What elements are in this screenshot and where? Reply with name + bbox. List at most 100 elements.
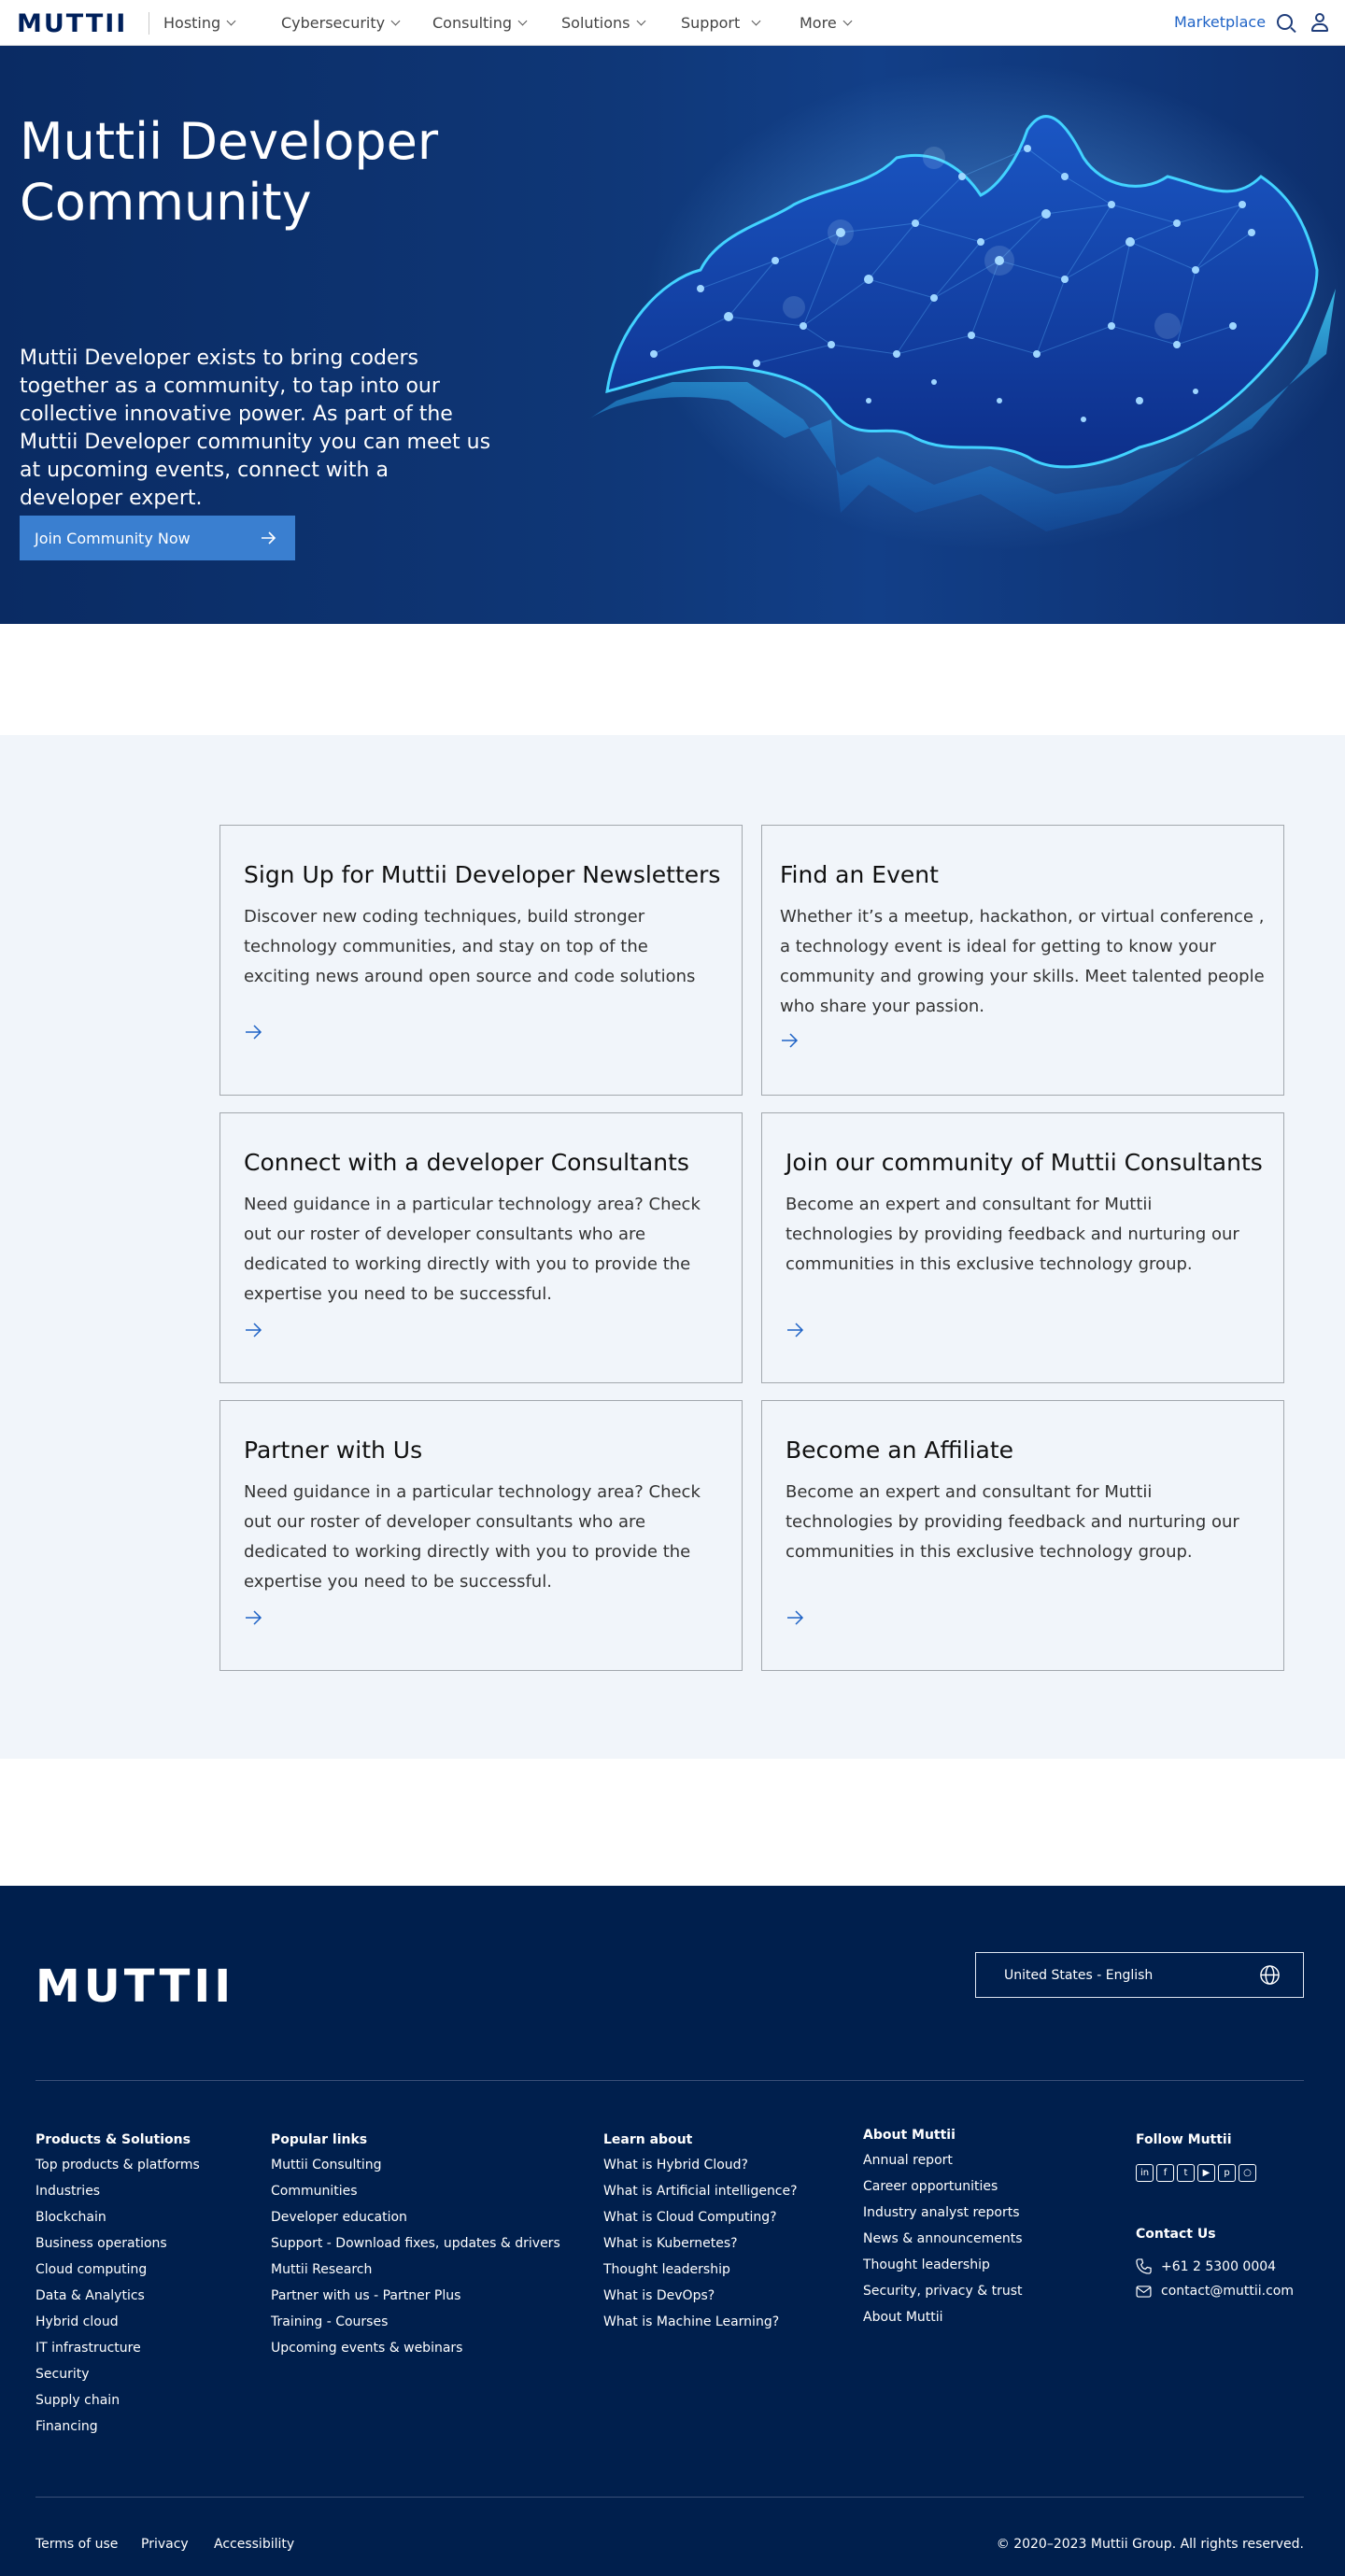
youtube-icon[interactable]: ▶ xyxy=(1197,2164,1215,2182)
footer-column-follow: Follow Muttii in f t ▶ p ○ Contact Us +6… xyxy=(1136,2132,1294,2308)
instagram-icon[interactable]: ○ xyxy=(1239,2164,1256,2182)
card-text: Need guidance in a particular technology… xyxy=(244,1482,701,1592)
footer-column-heading: Follow Muttii xyxy=(1136,2132,1232,2147)
footer-link[interactable]: News & announcements xyxy=(863,2230,1023,2247)
email-contact[interactable]: contact@muttii.com xyxy=(1136,2284,1294,2299)
card-text: Discover new coding techniques, build st… xyxy=(244,907,696,986)
arrow-right-icon[interactable] xyxy=(782,1033,799,1048)
chevron-down-icon xyxy=(636,16,645,26)
marketplace-link[interactable]: Marketplace xyxy=(1174,13,1266,31)
nav-item-support[interactable]: Support xyxy=(681,14,761,32)
footer-link[interactable]: What is Artificial intelligence? xyxy=(603,2183,798,2200)
footer-link[interactable]: Career opportunities xyxy=(863,2178,1023,2195)
footer-link[interactable]: Security xyxy=(35,2366,200,2383)
footer-link[interactable]: Supply chain xyxy=(35,2392,200,2409)
chevron-down-icon xyxy=(751,16,761,26)
nav-item-solutions[interactable]: Solutions xyxy=(561,14,645,32)
footer-link[interactable]: Security, privacy & trust xyxy=(863,2283,1023,2300)
footer-link[interactable]: Annual report xyxy=(863,2152,1023,2169)
nav-item-label: Solutions xyxy=(561,14,630,32)
footer-link[interactable]: Business operations xyxy=(35,2235,200,2252)
footer-link[interactable]: Hybrid cloud xyxy=(35,2314,200,2330)
nav-item-label: Cybersecurity xyxy=(281,14,386,32)
logo[interactable]: MUTTII xyxy=(17,9,127,38)
footer-link[interactable]: Muttii Research xyxy=(271,2261,560,2278)
nav-item-more[interactable]: More xyxy=(800,14,853,32)
join-community-button[interactable]: Join Community Now xyxy=(20,516,295,560)
card-title: Sign Up for Muttii Developer Newsletters xyxy=(244,861,721,888)
footer-link[interactable]: About Muttii xyxy=(863,2309,1023,2326)
nav-item-label: Hosting xyxy=(163,14,221,32)
footer-column-heading: Learn about xyxy=(603,2132,693,2147)
footer-column-popular: Popular links Muttii Consulting Communit… xyxy=(271,2132,560,2366)
footer-column-heading: Products & Solutions xyxy=(35,2132,191,2147)
mail-icon xyxy=(1136,2285,1152,2298)
twitter-icon[interactable]: t xyxy=(1177,2164,1195,2182)
footer-link[interactable]: What is DevOps? xyxy=(603,2287,798,2304)
footer-logo[interactable]: MUTTII xyxy=(35,1960,234,2013)
footer-link[interactable]: Support - Download fixes, updates & driv… xyxy=(271,2235,560,2252)
accessibility-link[interactable]: Accessibility xyxy=(214,2537,294,2552)
social-links: in f t ▶ p ○ xyxy=(1136,2164,1294,2182)
phone-contact[interactable]: +61 2 5300 0004 xyxy=(1136,2258,1294,2274)
card-partner[interactable]: Partner with Us Need guidance in a parti… xyxy=(219,1400,743,1671)
card-find-event[interactable]: Find an Event Whether it’s a meetup, hac… xyxy=(761,825,1284,1096)
facebook-icon[interactable]: f xyxy=(1156,2164,1174,2182)
user-icon[interactable] xyxy=(1310,13,1329,32)
footer-link[interactable]: Financing xyxy=(35,2418,200,2435)
linkedin-icon[interactable]: in xyxy=(1136,2164,1154,2182)
chevron-down-icon xyxy=(517,16,528,26)
footer-link[interactable]: Industries xyxy=(35,2183,200,2200)
pinterest-icon[interactable]: p xyxy=(1218,2164,1236,2182)
card-join-consultants[interactable]: Join our community of Muttii Consultants… xyxy=(761,1112,1284,1383)
footer-divider xyxy=(35,2080,1304,2081)
footer-link[interactable]: Top products & platforms xyxy=(35,2157,200,2173)
nav-item-label: Consulting xyxy=(432,14,513,32)
footer-column-learn: Learn about What is Hybrid Cloud? What i… xyxy=(603,2132,798,2340)
footer-link[interactable]: Thought leadership xyxy=(863,2257,1023,2273)
community-cards-section: Sign Up for Muttii Developer Newsletters… xyxy=(0,735,1345,1759)
chevron-down-icon xyxy=(390,16,401,26)
footer-link[interactable]: Muttii Consulting xyxy=(271,2157,560,2173)
footer-link[interactable]: What is Hybrid Cloud? xyxy=(603,2157,798,2173)
arrow-right-icon[interactable] xyxy=(787,1610,804,1625)
footer-link[interactable]: Blockchain xyxy=(35,2209,200,2226)
footer-link[interactable]: Partner with us - Partner Plus xyxy=(271,2287,560,2304)
nav-item-label: Support xyxy=(681,14,741,32)
top-navigation: MUTTII Hosting Cybersecurity Consulting … xyxy=(0,0,1345,46)
footer-link[interactable]: Thought leadership xyxy=(603,2261,798,2278)
footer-link[interactable]: Communities xyxy=(271,2183,560,2200)
nav-item-cybersecurity[interactable]: Cybersecurity xyxy=(281,14,401,32)
footer-column-heading: Popular links xyxy=(271,2132,368,2147)
hero-description: Muttii Developer exists to bring coders … xyxy=(20,347,491,510)
footer-link[interactable]: Developer education xyxy=(271,2209,560,2226)
footer-link[interactable]: Cloud computing xyxy=(35,2261,200,2278)
language-selector[interactable]: United States - English xyxy=(975,1952,1304,1998)
card-title: Partner with Us xyxy=(244,1437,423,1464)
footer-link[interactable]: What is Cloud Computing? xyxy=(603,2209,798,2226)
terms-link[interactable]: Terms of use xyxy=(35,2537,118,2552)
arrow-right-icon[interactable] xyxy=(246,1610,262,1625)
footer-link[interactable]: Industry analyst reports xyxy=(863,2204,1023,2221)
card-newsletters[interactable]: Sign Up for Muttii Developer Newsletters… xyxy=(219,825,743,1096)
nav-item-label: More xyxy=(800,14,837,32)
footer-link[interactable]: What is Kubernetes? xyxy=(603,2235,798,2252)
footer-link[interactable]: Data & Analytics xyxy=(35,2287,200,2304)
card-text: Become an expert and consultant for Mutt… xyxy=(786,1195,1239,1274)
card-text: Whether it’s a meetup, hackathon, or vir… xyxy=(780,907,1265,1016)
card-connect-consultants[interactable]: Connect with a developer Consultants Nee… xyxy=(219,1112,743,1383)
chevron-down-icon xyxy=(226,16,236,26)
nav-item-consulting[interactable]: Consulting xyxy=(432,14,528,32)
card-affiliate[interactable]: Become an Affiliate Become an expert and… xyxy=(761,1400,1284,1671)
privacy-link[interactable]: Privacy xyxy=(141,2537,189,2552)
footer-link[interactable]: Upcoming events & webinars xyxy=(271,2340,560,2357)
footer-link[interactable]: IT infrastructure xyxy=(35,2340,200,2357)
arrow-right-icon[interactable] xyxy=(787,1323,804,1338)
nav-item-hosting[interactable]: Hosting xyxy=(163,14,236,32)
footer-link[interactable]: What is Machine Learning? xyxy=(603,2314,798,2330)
arrow-right-icon[interactable] xyxy=(246,1025,262,1040)
phone-number: +61 2 5300 0004 xyxy=(1161,2258,1277,2274)
footer-link[interactable]: Training - Courses xyxy=(271,2314,560,2330)
arrow-right-icon[interactable] xyxy=(246,1323,262,1338)
search-icon[interactable] xyxy=(1277,14,1293,30)
